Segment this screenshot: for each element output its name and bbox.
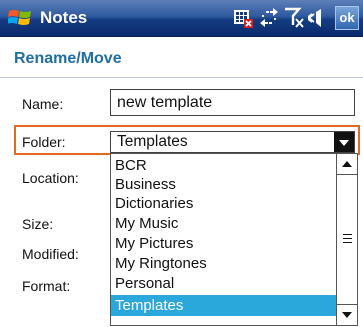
folder-select-value: Templates xyxy=(117,133,188,150)
list-item[interactable]: My Ringtones xyxy=(111,254,336,273)
scroll-up-icon[interactable] xyxy=(337,154,357,175)
scroll-thumb[interactable] xyxy=(337,174,357,305)
antenna-off-icon[interactable] xyxy=(284,7,306,29)
page-title: Rename/Move xyxy=(14,50,122,67)
size-label: Size: xyxy=(22,216,54,232)
scrollbar[interactable] xyxy=(336,154,357,325)
name-label: Name: xyxy=(22,96,64,112)
list-item[interactable]: Dictionaries xyxy=(111,194,336,213)
modified-label: Modified: xyxy=(22,246,79,262)
title-bar: Notes ok xyxy=(0,0,363,37)
ok-button[interactable]: ok xyxy=(335,6,359,30)
chevron-down-icon[interactable] xyxy=(334,132,354,152)
sim-card-icon[interactable] xyxy=(232,7,254,29)
format-label: Format: xyxy=(22,278,71,294)
folder-label: Folder: xyxy=(22,134,66,150)
list-item-selected[interactable]: Templates xyxy=(111,295,336,316)
windows-logo-icon[interactable] xyxy=(8,7,32,29)
list-item[interactable]: My Pictures xyxy=(111,234,336,253)
folder-dropdown-list[interactable]: BCR Business Dictionaries My Music My Pi… xyxy=(110,153,358,326)
name-input[interactable]: new template xyxy=(110,89,355,116)
list-item[interactable]: My Music xyxy=(111,214,336,233)
speaker-icon[interactable] xyxy=(308,7,330,29)
location-label: Location: xyxy=(22,170,79,186)
list-item[interactable]: Personal xyxy=(111,274,336,293)
header-divider xyxy=(0,77,363,78)
grip-line xyxy=(343,242,352,243)
folder-select[interactable]: Templates xyxy=(110,131,355,153)
sync-arrows-icon[interactable] xyxy=(258,7,280,29)
list-item[interactable]: Business xyxy=(111,175,336,194)
grip-line xyxy=(343,238,352,239)
grip-line xyxy=(343,234,352,235)
list-item[interactable]: BCR xyxy=(111,156,336,175)
scroll-down-icon[interactable] xyxy=(337,304,357,325)
app-title: Notes xyxy=(40,8,88,27)
